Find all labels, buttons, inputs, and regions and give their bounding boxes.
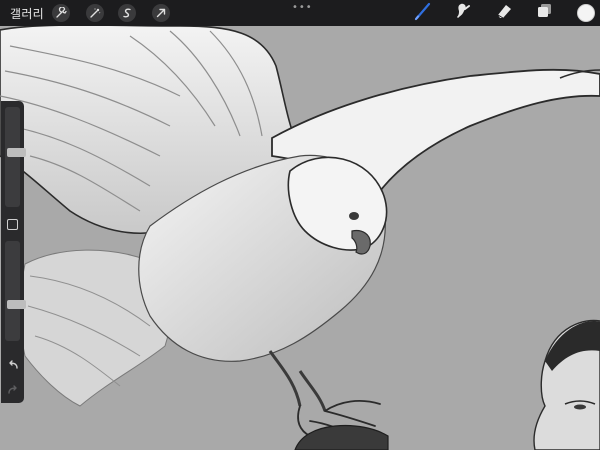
selection-icon	[121, 7, 133, 19]
transform-icon	[155, 7, 167, 19]
opacity-thumb[interactable]	[7, 300, 26, 310]
wrench-icon	[55, 7, 67, 19]
layers-icon	[534, 1, 554, 25]
adjustments-button[interactable]	[86, 4, 104, 22]
magic-wand-icon	[89, 7, 101, 19]
actions-button[interactable]	[52, 4, 70, 22]
brush-icon	[413, 1, 433, 25]
eagle-artwork	[0, 26, 600, 450]
gallery-button[interactable]: 갤러리	[10, 5, 44, 22]
color-picker-button[interactable]	[577, 4, 595, 22]
eraser-icon	[494, 1, 514, 25]
top-toolbar: 갤러리 •••	[0, 0, 600, 26]
layers-button[interactable]	[533, 3, 555, 23]
redo-icon	[7, 380, 19, 399]
left-sidebar	[1, 101, 26, 403]
smudge-icon	[453, 1, 473, 25]
redo-button[interactable]	[6, 383, 19, 395]
opacity-slider[interactable]	[5, 241, 26, 341]
eraser-tool-button[interactable]	[493, 3, 515, 23]
undo-button[interactable]	[6, 358, 19, 370]
modify-button[interactable]	[7, 219, 18, 230]
brush-size-thumb[interactable]	[7, 147, 26, 157]
drawing-canvas[interactable]	[0, 26, 600, 450]
smudge-tool-button[interactable]	[452, 3, 474, 23]
brush-tool-button[interactable]	[412, 1, 434, 25]
more-options-icon[interactable]: •••	[292, 2, 313, 13]
undo-icon	[7, 355, 19, 374]
transform-button[interactable]	[152, 4, 170, 22]
selection-button[interactable]	[118, 4, 136, 22]
brush-size-slider[interactable]	[5, 107, 26, 207]
eagle-eye	[349, 212, 359, 220]
